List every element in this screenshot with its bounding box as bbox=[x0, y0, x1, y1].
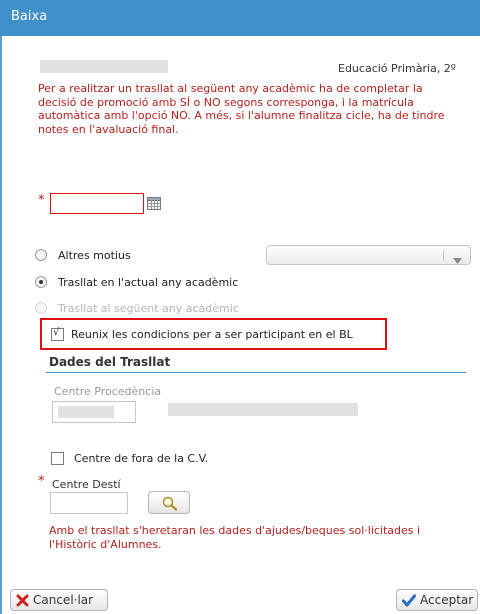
dialog-title: Baixa bbox=[11, 9, 48, 24]
close-icon bbox=[16, 594, 29, 610]
calendar-icon[interactable] bbox=[147, 197, 161, 210]
dest-center-field[interactable] bbox=[50, 492, 128, 514]
search-center-button[interactable] bbox=[148, 491, 190, 514]
outside-cv-label: Centre de fora de la C.V. bbox=[74, 452, 209, 465]
bl-checkbox-label: Reunix les condicions per a ser particip… bbox=[71, 328, 353, 341]
accept-button[interactable]: Acceptar bbox=[396, 589, 478, 611]
section-underline bbox=[46, 372, 466, 373]
cancel-button[interactable]: Cancel·lar bbox=[10, 589, 108, 611]
bl-checkbox[interactable]: √ bbox=[51, 327, 64, 341]
dest-required-marker: * bbox=[38, 474, 45, 489]
cancel-button-label: Cancel·lar bbox=[33, 593, 94, 607]
transfer-current-radio[interactable] bbox=[35, 276, 47, 288]
chevron-down-icon bbox=[453, 253, 462, 267]
origin-code-redacted bbox=[58, 406, 114, 418]
search-icon bbox=[162, 496, 178, 514]
reasons-select[interactable] bbox=[266, 245, 471, 265]
student-name-redacted bbox=[40, 60, 168, 73]
select-divider bbox=[443, 250, 444, 261]
outside-cv-checkbox[interactable] bbox=[51, 452, 64, 465]
origin-center-name-redacted bbox=[168, 403, 358, 416]
check-mark-icon: √ bbox=[53, 327, 60, 338]
course-label: Educació Primària, 2º bbox=[338, 62, 456, 75]
date-input[interactable] bbox=[50, 193, 144, 214]
promotion-warning: Per a realitzar un trasllat al següent a… bbox=[38, 82, 445, 136]
date-required-marker: * bbox=[38, 193, 45, 208]
checkmark-icon bbox=[402, 594, 416, 610]
dest-center-label: Centre Destí bbox=[52, 478, 121, 491]
transfer-next-label: Trasllat al següent any acadèmic bbox=[58, 302, 239, 315]
transfer-next-radio[interactable] bbox=[35, 302, 47, 314]
transfer-current-label: Trasllat en l'actual any acadèmic bbox=[58, 276, 239, 289]
origin-center-label: Centre Procedència bbox=[54, 385, 162, 398]
transfer-note: Amb el trasllat s'heretaran les dades d'… bbox=[49, 524, 421, 551]
radio-selected-dot bbox=[39, 280, 43, 284]
window-edge bbox=[0, 36, 2, 614]
origin-center-code-field bbox=[52, 401, 136, 423]
accept-button-label: Acceptar bbox=[420, 593, 474, 607]
dialog-title-bar[interactable]: Baixa bbox=[0, 0, 480, 36]
transfer-section-title: Dades del Trasllat bbox=[49, 355, 171, 369]
other-reasons-radio[interactable] bbox=[35, 249, 47, 261]
other-reasons-label: Altres motius bbox=[58, 249, 131, 262]
